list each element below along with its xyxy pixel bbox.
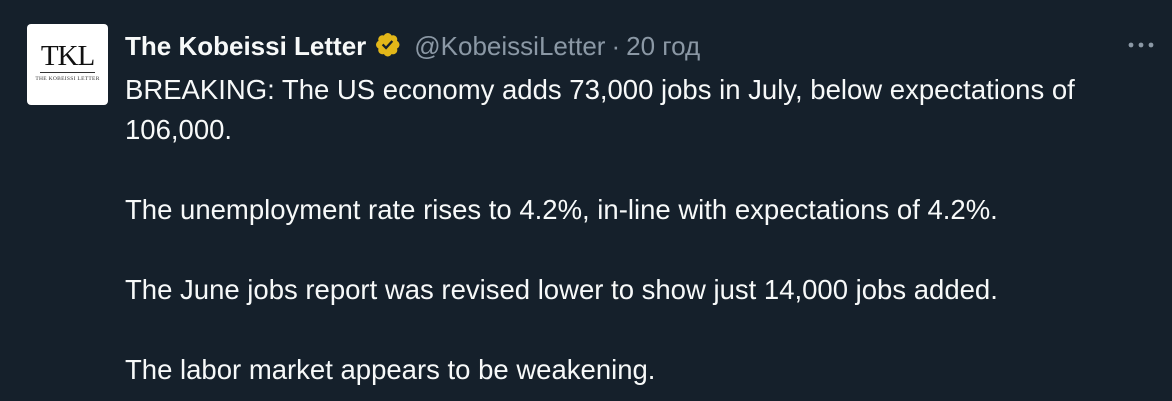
verified-badge-icon[interactable] [374, 31, 404, 61]
tweet-paragraph: The labor market appears to be weakening… [125, 354, 656, 385]
tweet-paragraph: BREAKING: The US economy adds 73,000 job… [125, 74, 1083, 145]
tweet-paragraph: The June jobs report was revised lower t… [125, 274, 998, 305]
avatar-logo-subtitle: THE KOBEISSI LETTER [35, 76, 100, 82]
more-horizontal-icon [1128, 42, 1154, 48]
tweet-text: BREAKING: The US economy adds 73,000 job… [125, 70, 1165, 390]
tweet-header: The Kobeissi Letter @KobeissiLetter · 20… [125, 30, 700, 62]
avatar-logo-letters: TKL [40, 40, 95, 72]
avatar-logo-rule [40, 72, 95, 73]
more-options-button[interactable] [1124, 35, 1158, 55]
tweet-card[interactable]: TKL THE KOBEISSI LETTER The Kobeissi Let… [0, 0, 1172, 401]
avatar[interactable]: TKL THE KOBEISSI LETTER [27, 24, 108, 105]
author-name[interactable]: The Kobeissi Letter [125, 31, 366, 62]
separator-dot: · [611, 30, 621, 61]
author-handle[interactable]: @KobeissiLetter [414, 31, 605, 62]
tweet-timestamp[interactable]: 20 год [626, 31, 700, 62]
tweet-paragraph: The unemployment rate rises to 4.2%, in-… [125, 194, 998, 225]
